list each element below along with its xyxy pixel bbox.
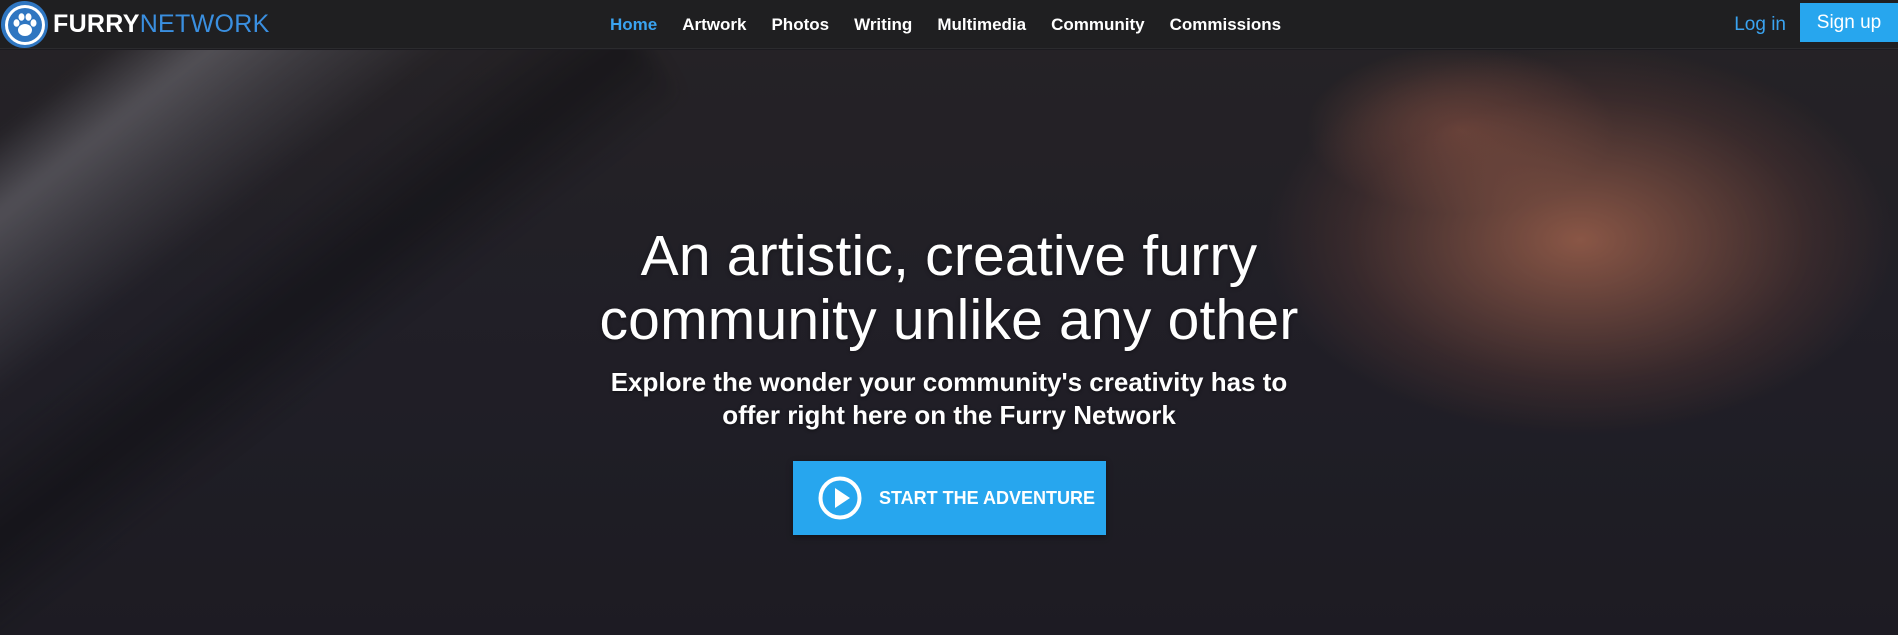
hero-section: An artistic, creative furry community un… — [0, 50, 1898, 635]
nav-item-writing[interactable]: Writing — [854, 15, 912, 35]
hero-subheadline: Explore the wonder your community's crea… — [549, 366, 1349, 432]
hero-headline-line-2: community unlike any other — [599, 288, 1299, 352]
nav-item-artwork[interactable]: Artwork — [682, 15, 746, 35]
brand-wordmark: FURRY NETWORK — [53, 10, 270, 39]
paw-icon — [1, 1, 48, 48]
brand-name-light: NETWORK — [139, 10, 270, 38]
hero-subheadline-line-1: Explore the wonder your community's crea… — [610, 367, 1288, 397]
top-navigation-bar: FURRY NETWORK Home Artwork Photos Writin… — [0, 0, 1898, 49]
nav-item-commissions[interactable]: Commissions — [1170, 15, 1281, 35]
auth-area: Log in Sign up — [1734, 0, 1898, 49]
hero-headline-line-1: An artistic, creative furry — [640, 224, 1258, 288]
brand-logo-link[interactable]: FURRY NETWORK — [0, 0, 270, 49]
start-adventure-label: START THE ADVENTURE — [879, 487, 1095, 508]
nav-item-community[interactable]: Community — [1051, 15, 1145, 35]
signup-button[interactable]: Sign up — [1800, 3, 1898, 42]
hero-headline: An artistic, creative furry community un… — [449, 224, 1449, 352]
play-circle-icon — [818, 476, 862, 520]
start-adventure-button[interactable]: START THE ADVENTURE — [793, 461, 1106, 535]
nav-item-photos[interactable]: Photos — [771, 15, 829, 35]
nav-item-home[interactable]: Home — [610, 15, 657, 35]
nav-item-multimedia[interactable]: Multimedia — [937, 15, 1026, 35]
hero-subheadline-line-2: offer right here on the Furry Network — [722, 400, 1176, 430]
login-link[interactable]: Log in — [1734, 14, 1786, 36]
main-nav: Home Artwork Photos Writing Multimedia C… — [610, 0, 1306, 49]
brand-name-bold: FURRY — [53, 10, 140, 38]
